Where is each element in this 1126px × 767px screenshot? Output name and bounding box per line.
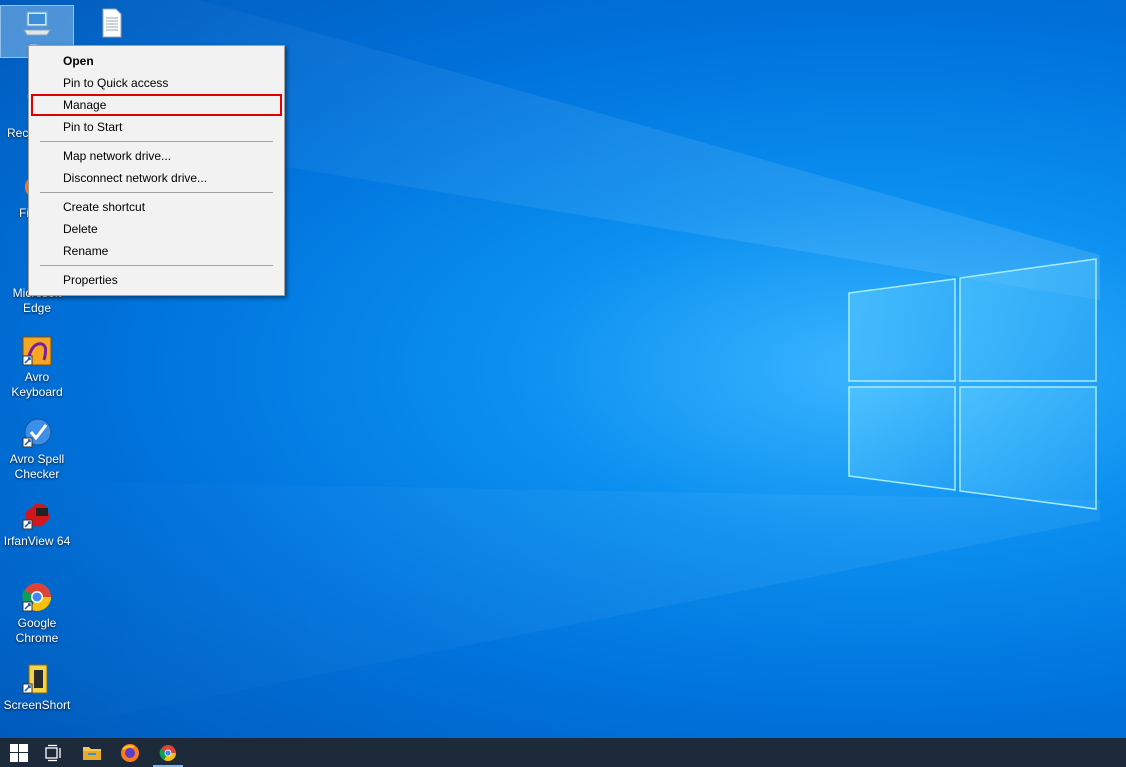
desktop-icon-label: Checker: [14, 467, 60, 481]
menu-item-map-network-drive[interactable]: Map network drive...: [29, 145, 284, 167]
menu-item-open[interactable]: Open: [29, 50, 284, 72]
file-explorer-button[interactable]: [73, 738, 111, 767]
task-view-icon: [45, 744, 61, 761]
menu-item-delete[interactable]: Delete: [29, 218, 284, 240]
start-icon: [10, 743, 28, 762]
menu-item-manage[interactable]: Manage: [31, 94, 282, 116]
avro-spell-checker-icon: [22, 418, 52, 448]
desktop-icon-avro-keyboard[interactable]: Avro Keyboard: [1, 334, 73, 400]
desktop-icon-google-chrome[interactable]: Google Chrome: [1, 580, 73, 646]
taskbar: [0, 738, 1126, 767]
desktop-icon-label: Chrome: [15, 631, 59, 645]
desktop-icon-text-file[interactable]: [75, 6, 147, 42]
chrome-icon: [22, 583, 51, 612]
text-file-icon: [102, 8, 122, 38]
context-menu: Open Pin to Quick access Manage Pin to S…: [28, 45, 285, 296]
menu-item-pin-quick-access[interactable]: Pin to Quick access: [29, 72, 284, 94]
menu-separator: [40, 192, 273, 193]
chrome-taskbar-button[interactable]: [149, 738, 187, 767]
desktop-icon-label: Avro Spell: [9, 452, 65, 466]
desktop-icon-label: Avro: [24, 370, 50, 384]
desktop-icon-irfanview[interactable]: IrfanView 64: [1, 498, 73, 549]
avro-keyboard-icon: [22, 336, 52, 366]
desktop-icon-label: IrfanView 64: [3, 534, 71, 548]
chrome-icon: [159, 744, 176, 761]
task-view-button[interactable]: [35, 738, 73, 767]
menu-separator: [40, 265, 273, 266]
menu-separator: [40, 141, 273, 142]
firefox-taskbar-button[interactable]: [111, 738, 149, 767]
screenshort-icon: [22, 664, 48, 694]
menu-item-pin-to-start[interactable]: Pin to Start: [29, 116, 284, 138]
file-explorer-icon: [83, 746, 101, 760]
menu-item-create-shortcut[interactable]: Create shortcut: [29, 196, 284, 218]
desktop-icon-label: Edge: [22, 301, 52, 315]
desktop-icon-avro-spell-checker[interactable]: Avro Spell Checker: [1, 416, 73, 482]
desktop-icon-label: Google: [17, 616, 57, 630]
start-button[interactable]: [0, 738, 38, 767]
menu-item-rename[interactable]: Rename: [29, 240, 284, 262]
firefox-icon: [121, 743, 139, 762]
desktop-icon-label: ScreenShort: [3, 698, 71, 712]
menu-item-disconnect-network-drive[interactable]: Disconnect network drive...: [29, 167, 284, 189]
desktop-icon-screenshort[interactable]: ScreenShort: [1, 662, 73, 713]
computer-icon: [23, 11, 51, 36]
desktop-icon-label: Keyboard: [11, 385, 63, 399]
irfanview-icon: [22, 503, 50, 530]
menu-item-properties[interactable]: Properties: [29, 269, 284, 291]
